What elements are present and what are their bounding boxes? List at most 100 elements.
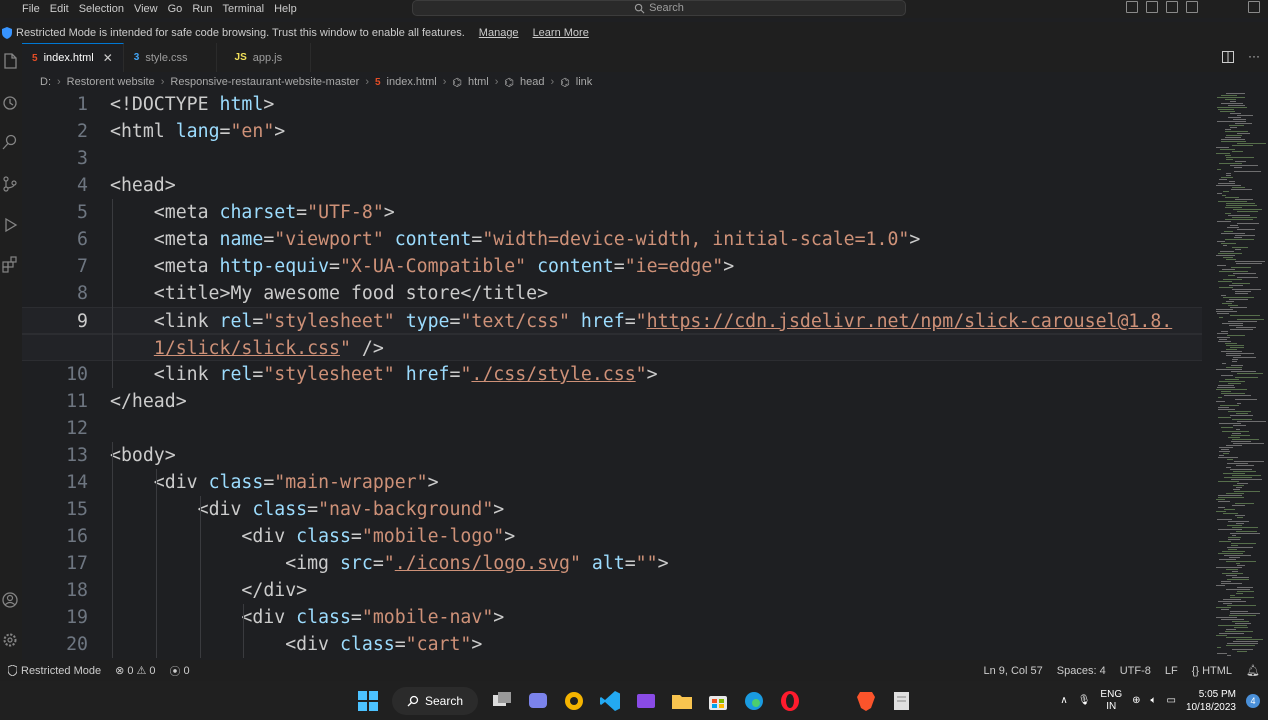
chevron-up-icon[interactable]: ∧ <box>1060 695 1067 706</box>
browser-icon[interactable] <box>562 689 586 713</box>
source-control-icon[interactable] <box>1 175 19 193</box>
tab-style-css[interactable]: 3 style.css <box>124 43 217 72</box>
attribute-value: "ie=edge" <box>624 256 724 277</box>
notifications-bell-icon[interactable]: 🔔︎ <box>1246 664 1260 677</box>
minimap-line <box>1230 307 1247 308</box>
breadcrumb-head[interactable]: head <box>520 76 544 88</box>
customize-layout-icon[interactable] <box>1186 1 1198 13</box>
breadcrumb-file[interactable]: index.html <box>387 76 437 88</box>
breadcrumb-folder[interactable]: Restorent website <box>67 76 155 88</box>
store-icon[interactable] <box>706 689 730 713</box>
minimap-line <box>1226 353 1254 354</box>
command-center[interactable]: Search <box>412 0 906 16</box>
close-icon[interactable]: ✕ <box>103 51 113 65</box>
minimap[interactable] <box>1202 91 1268 660</box>
settings-gear-icon[interactable] <box>1 631 19 649</box>
notepad-icon[interactable] <box>890 689 914 713</box>
network-icon[interactable]: ⊕ <box>1132 695 1140 706</box>
timeline-icon[interactable] <box>1 94 19 112</box>
punctuation: > <box>471 634 483 655</box>
menu-go[interactable]: Go <box>168 3 191 15</box>
language-indicator[interactable]: ENG IN <box>1100 689 1122 713</box>
extensions-icon[interactable] <box>1 255 19 273</box>
microphone-icon[interactable]: 🎙︎ <box>1078 695 1091 706</box>
code-line[interactable]: 1/slick/slick.css" /> <box>22 334 1202 361</box>
code-line[interactable]: 10 <link rel="stylesheet" href="./css/st… <box>22 361 1202 388</box>
task-view-icon[interactable] <box>490 689 514 713</box>
code-line[interactable]: 11 </head> <box>22 388 1202 415</box>
edge-icon[interactable] <box>742 689 766 713</box>
file-explorer-icon[interactable] <box>670 689 694 713</box>
menu-help[interactable]: Help <box>274 3 305 15</box>
chat-icon[interactable] <box>526 689 550 713</box>
volume-icon[interactable]: 🔈︎ <box>1150 695 1156 706</box>
code-line[interactable]: 5 <meta charset="UTF-8"> <box>22 199 1202 226</box>
menu-view[interactable]: View <box>134 3 166 15</box>
breadcrumb-html[interactable]: html <box>468 76 489 88</box>
code-line[interactable]: 1 <!DOCTYPE html> <box>22 91 1202 118</box>
code-line[interactable]: 12 <box>22 415 1202 442</box>
problems-status[interactable]: ⊗ 0 ⚠ 0 <box>115 664 155 678</box>
breadcrumb-link[interactable]: link <box>576 76 593 88</box>
cursor-position[interactable]: Ln 9, Col 57 <box>983 665 1042 677</box>
menu-file[interactable]: File <box>22 3 48 15</box>
run-debug-icon[interactable] <box>1 216 19 234</box>
menu-terminal[interactable]: Terminal <box>223 3 273 15</box>
opera-icon[interactable] <box>778 689 802 713</box>
language-mode[interactable]: {} HTML <box>1192 665 1232 677</box>
end-of-line[interactable]: LF <box>1165 665 1178 677</box>
minimap-line <box>1230 611 1248 612</box>
restore-window-icon[interactable] <box>1248 1 1260 13</box>
code-line[interactable]: 3 <box>22 145 1202 172</box>
restricted-mode-status[interactable]: Restricted Mode <box>8 665 101 677</box>
explorer-icon[interactable] <box>1 52 19 70</box>
code-line[interactable]: 13 <body> <box>22 442 1202 469</box>
clock[interactable]: 5:05 PM 10/18/2023 <box>1186 688 1236 714</box>
code-line[interactable]: 9 <link rel="stylesheet" type="text/css"… <box>22 307 1202 334</box>
line-number: 2 <box>77 121 88 142</box>
tab-app-js[interactable]: JS app.js <box>217 43 312 72</box>
windows-start-icon[interactable] <box>356 689 380 713</box>
toggle-panel-icon[interactable] <box>1146 1 1158 13</box>
taskbar-search[interactable]: Search <box>392 686 478 715</box>
breadcrumb-drive[interactable]: D: <box>40 76 51 88</box>
code-line[interactable]: 6 <meta name="viewport" content="width=d… <box>22 226 1202 253</box>
minimap-line <box>1219 287 1233 288</box>
learn-more-link[interactable]: Learn More <box>533 27 589 39</box>
indent-guide <box>155 469 157 658</box>
minimap-line <box>1234 491 1260 492</box>
menu-selection[interactable]: Selection <box>79 3 132 15</box>
menu-edit[interactable]: Edit <box>50 3 77 15</box>
code-line[interactable]: 8 <title>My awesome food store</title> <box>22 280 1202 307</box>
clipchamp-icon[interactable] <box>634 689 658 713</box>
encoding[interactable]: UTF-8 <box>1120 665 1151 677</box>
minimap-line <box>1224 509 1235 510</box>
code-line[interactable]: 2 <html lang="en"> <box>22 118 1202 145</box>
minimap-line <box>1232 145 1253 146</box>
minimap-line <box>1226 175 1231 176</box>
notification-badge[interactable]: 4 <box>1246 693 1260 708</box>
breadcrumb-project[interactable]: Responsive-restaurant-website-master <box>170 76 359 88</box>
brave-icon[interactable] <box>854 689 878 713</box>
code-line[interactable]: 4 <head> <box>22 172 1202 199</box>
vscode-icon[interactable] <box>598 689 622 713</box>
tab-index-html[interactable]: 5 index.html ✕ <box>22 43 124 72</box>
split-editor-icon[interactable] <box>1222 51 1234 63</box>
indentation[interactable]: Spaces: 4 <box>1057 665 1106 677</box>
menu-run[interactable]: Run <box>192 3 220 15</box>
code-line[interactable]: 7 <meta http-equiv="X-UA-Compatible" con… <box>22 253 1202 280</box>
code-text: <body> <box>110 442 176 469</box>
ports-status[interactable]: ⦿ 0 <box>169 663 189 679</box>
minimap-line <box>1232 439 1259 440</box>
battery-icon[interactable]: ▭ <box>1166 695 1175 706</box>
minimap-line <box>1219 633 1244 634</box>
manage-link[interactable]: Manage <box>479 27 519 39</box>
accounts-icon[interactable] <box>1 591 19 609</box>
code-line[interactable]: 14 <div class="main-wrapper"> <box>22 469 1202 496</box>
more-actions-icon[interactable]: ··· <box>1248 50 1260 63</box>
toggle-primary-sidebar-icon[interactable] <box>1126 1 1138 13</box>
toggle-secondary-sidebar-icon[interactable] <box>1166 1 1178 13</box>
code-editor[interactable]: 1 <!DOCTYPE html> 2 <html lang="en"> 3 4 <head… <box>22 91 1202 660</box>
search-icon[interactable] <box>1 133 19 151</box>
minimap-line <box>1234 461 1264 462</box>
